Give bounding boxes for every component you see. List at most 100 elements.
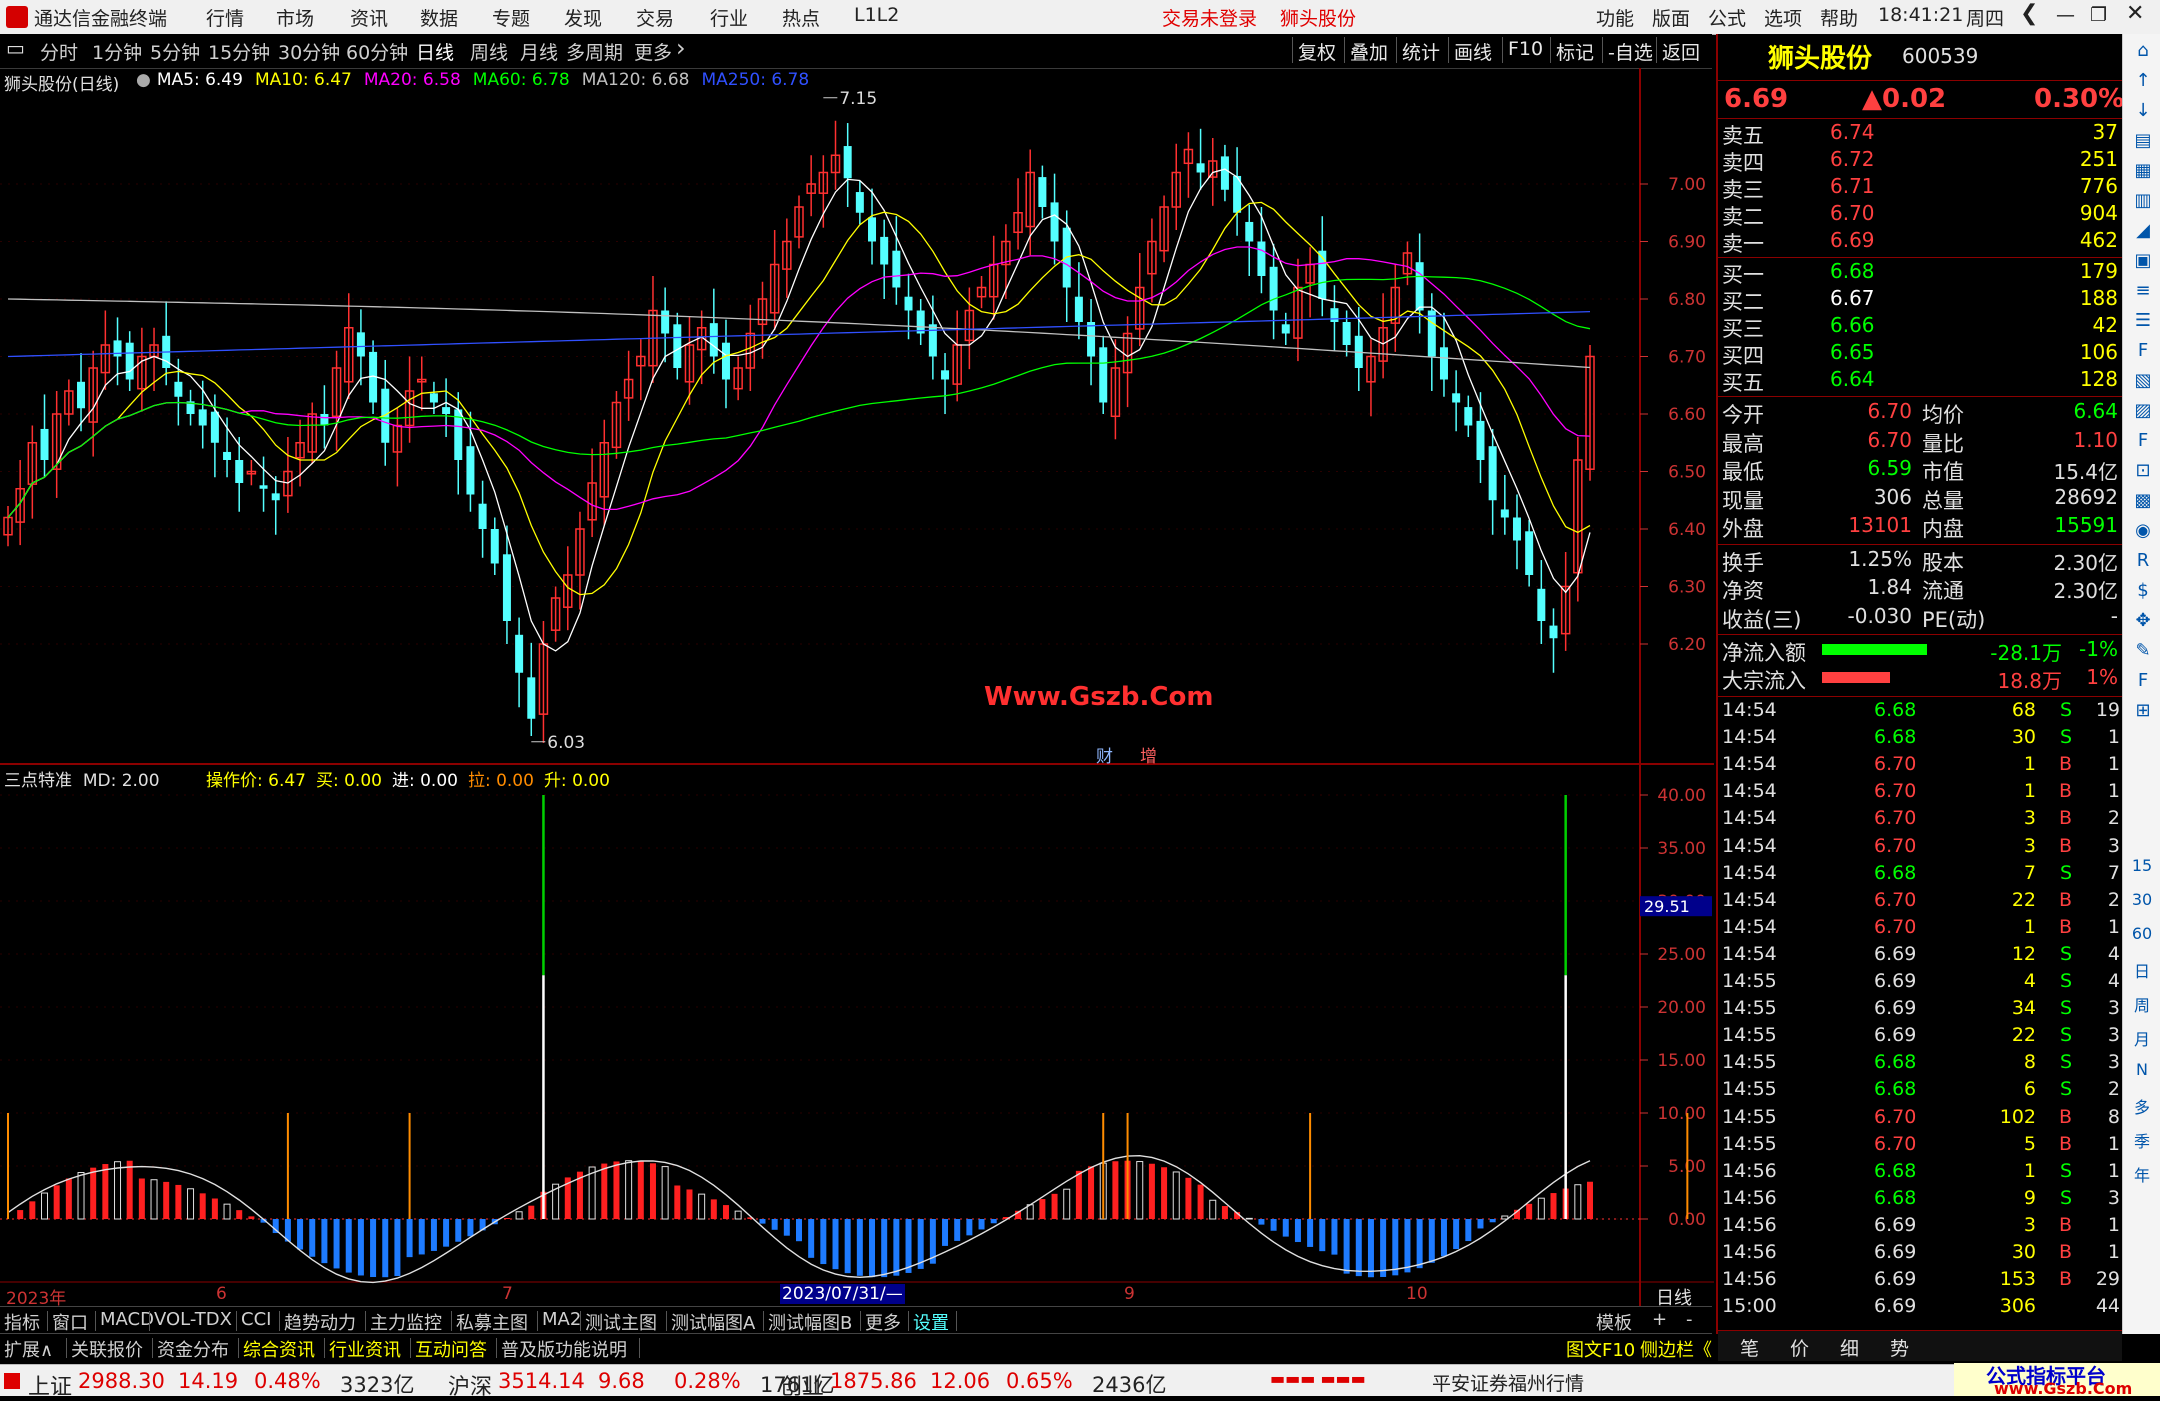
sidebar-period-7[interactable]: 多 <box>2127 1094 2157 1118</box>
badge-cai[interactable]: 财 <box>1096 742 1113 767</box>
tab-1[interactable]: 窗口 <box>52 1309 88 1335</box>
tab-2[interactable]: MACD <box>100 1309 154 1330</box>
sidebar-tool-icon-20[interactable]: ✎ <box>2129 640 2157 661</box>
tab-13[interactable]: 设置 <box>913 1309 949 1335</box>
ext-tab-2[interactable]: 资金分布 <box>157 1336 229 1362</box>
toolbar-btn-7[interactable]: 返回 <box>1662 38 1700 65</box>
right-menu-4[interactable]: 帮助 <box>1820 4 1858 31</box>
sidebar-period-3[interactable]: 日 <box>2127 958 2157 982</box>
tab-5[interactable]: 趋势动力 <box>284 1309 356 1335</box>
login-status[interactable]: 交易未登录 <box>1162 4 1257 31</box>
ext-tab-5[interactable]: 互动问答 <box>415 1336 487 1362</box>
menu-0[interactable]: 行情 <box>206 4 244 31</box>
sidebar-tool-icon-15[interactable]: ▩ <box>2129 490 2157 511</box>
tab-0[interactable]: 指标 <box>4 1309 40 1335</box>
toolbar-btn-4[interactable]: F10 <box>1508 38 1543 60</box>
close-icon[interactable]: ✕ <box>2126 1 2144 26</box>
toolbar-btn-5[interactable]: 标记 <box>1556 38 1594 65</box>
period-8[interactable]: 月线 <box>520 38 558 65</box>
toolbar-btn-6[interactable]: -自选 <box>1608 38 1653 65</box>
period-0[interactable]: 分时 <box>40 38 78 65</box>
tab-12[interactable]: 更多 <box>865 1309 901 1335</box>
period-9[interactable]: 多周期 <box>566 38 623 65</box>
menu-8[interactable]: 热点 <box>782 4 820 31</box>
ext-tab-f10[interactable]: 图文F10 <box>1566 1336 1635 1362</box>
sidebar-tool-icon-9[interactable]: ☰ <box>2129 310 2157 331</box>
sidebar-tool-icon-7[interactable]: ▣ <box>2129 250 2157 271</box>
sidebar-period-8[interactable]: 季 <box>2127 1128 2157 1152</box>
tab-9[interactable]: 测试主图 <box>585 1309 657 1335</box>
toolbar-btn-0[interactable]: 复权 <box>1298 38 1336 65</box>
sidebar-tool-icon-19[interactable]: ✥ <box>2129 610 2157 631</box>
tab-11[interactable]: 测试幅图B <box>768 1309 852 1335</box>
minimize-icon[interactable]: — <box>2056 4 2075 26</box>
tab-8[interactable]: MA2 <box>542 1309 581 1330</box>
badge-zeng[interactable]: 增 <box>1140 742 1157 767</box>
period-1[interactable]: 1分钟 <box>92 38 142 65</box>
sidebar-tool-icon-0[interactable]: ⌂ <box>2129 40 2157 61</box>
menu-6[interactable]: 交易 <box>636 4 674 31</box>
sidebar-tool-icon-13[interactable]: F <box>2129 430 2157 451</box>
menu-1[interactable]: 市场 <box>276 4 314 31</box>
sidebar-period-9[interactable]: 年 <box>2127 1162 2157 1186</box>
tab-3[interactable]: VOL-TDX <box>154 1309 232 1330</box>
settings-circle-icon[interactable]: ● <box>136 70 151 90</box>
chevron-right-icon[interactable]: › <box>676 34 686 62</box>
right-menu-0[interactable]: 功能 <box>1596 4 1634 31</box>
ext-tab-1[interactable]: 关联报价 <box>71 1336 143 1362</box>
tab-right-0[interactable]: 模板 <box>1596 1309 1632 1335</box>
restore-icon[interactable]: ❐ <box>2090 4 2107 26</box>
right-menu-2[interactable]: 公式 <box>1708 4 1746 31</box>
period-5[interactable]: 60分钟 <box>346 38 408 65</box>
index-name-2[interactable]: 创业 <box>780 1369 824 1401</box>
panel-toggle-icon[interactable]: ▭ <box>6 36 25 60</box>
quote-tab-0[interactable]: 笔 <box>1740 1334 1759 1361</box>
back-arrow-icon[interactable]: ❮ <box>2020 1 2038 26</box>
ext-tab-4[interactable]: 行业资讯 <box>329 1336 401 1362</box>
sidebar-period-0[interactable]: 15 <box>2127 856 2157 875</box>
sidebar-tool-icon-17[interactable]: R <box>2129 550 2157 571</box>
ext-tab-6[interactable]: 普及版功能说明 <box>501 1336 627 1362</box>
sidebar-period-5[interactable]: 月 <box>2127 1026 2157 1050</box>
tab-right-2[interactable]: - <box>1686 1309 1693 1330</box>
menu-3[interactable]: 数据 <box>420 4 458 31</box>
right-menu-1[interactable]: 版面 <box>1652 4 1690 31</box>
tab-right-1[interactable]: + <box>1652 1309 1667 1330</box>
ext-tab-0[interactable]: 扩展∧ <box>4 1336 53 1362</box>
quote-tab-3[interactable]: 势 <box>1890 1334 1909 1361</box>
sidebar-tool-icon-12[interactable]: ▨ <box>2129 400 2157 421</box>
tab-10[interactable]: 测试幅图A <box>671 1309 755 1335</box>
period-4[interactable]: 30分钟 <box>278 38 340 65</box>
menu-7[interactable]: 行业 <box>710 4 748 31</box>
sidebar-tool-icon-11[interactable]: ▧ <box>2129 370 2157 391</box>
sidebar-tool-icon-6[interactable]: ◢ <box>2129 220 2157 241</box>
sidebar-tool-icon-10[interactable]: F <box>2129 340 2157 361</box>
sidebar-tool-icon-5[interactable]: ▥ <box>2129 190 2157 211</box>
period-7[interactable]: 周线 <box>470 38 508 65</box>
tab-4[interactable]: CCI <box>241 1309 271 1330</box>
toolbar-btn-3[interactable]: 画线 <box>1454 38 1492 65</box>
toolbar-btn-2[interactable]: 统计 <box>1402 38 1440 65</box>
kline-chart-area[interactable]: 7.00 6.90 6.80 6.70 6.60 6.50 6.40 6.30 6.20 7.15… <box>0 68 1714 1308</box>
sidebar-period-6[interactable]: N <box>2127 1060 2157 1079</box>
menu-2[interactable]: 资讯 <box>350 4 388 31</box>
sidebar-period-2[interactable]: 60 <box>2127 924 2157 943</box>
menu-4[interactable]: 专题 <box>492 4 530 31</box>
sidebar-tool-icon-14[interactable]: ⊡ <box>2129 460 2157 481</box>
period-2[interactable]: 5分钟 <box>150 38 200 65</box>
right-menu-3[interactable]: 选项 <box>1764 4 1802 31</box>
sidebar-tool-icon-18[interactable]: $ <box>2129 580 2157 601</box>
sidebar-period-4[interactable]: 周 <box>2127 992 2157 1016</box>
sidebar-tool-icon-3[interactable]: ▤ <box>2129 130 2157 151</box>
tab-6[interactable]: 主力监控 <box>370 1309 442 1335</box>
ext-tab-3[interactable]: 综合资讯 <box>243 1336 315 1362</box>
sidebar-tool-icon-21[interactable]: F <box>2129 670 2157 691</box>
sidebar-tool-icon-1[interactable]: ↑ <box>2129 70 2157 91</box>
sidebar-tool-icon-16[interactable]: ◉ <box>2129 520 2157 541</box>
period-6[interactable]: 日线 <box>416 38 454 65</box>
menu-5[interactable]: 发现 <box>564 4 602 31</box>
sidebar-tool-icon-2[interactable]: ↓ <box>2129 100 2157 121</box>
menu-9[interactable]: L1L2 <box>854 4 899 26</box>
period-10[interactable]: 更多 <box>634 38 672 65</box>
sidebar-tool-icon-4[interactable]: ▦ <box>2129 160 2157 181</box>
